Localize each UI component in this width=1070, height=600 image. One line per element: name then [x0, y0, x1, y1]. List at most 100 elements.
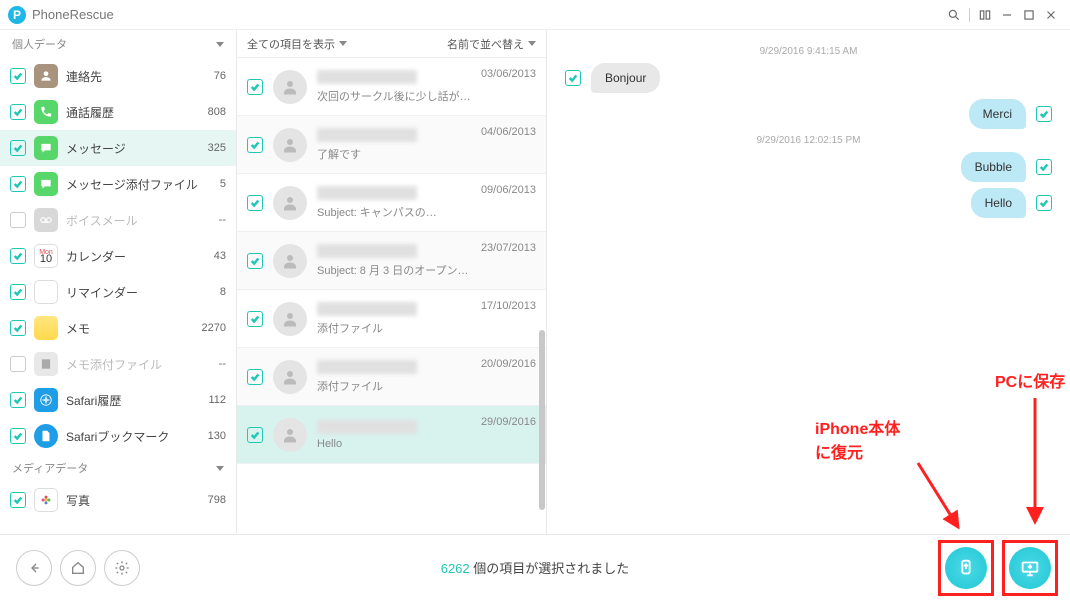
back-button[interactable]: [16, 550, 52, 586]
thread-row[interactable]: 次回のサークル後に少し話があるの…03/06/2013: [237, 58, 546, 116]
avatar-icon: [273, 302, 307, 336]
checkbox[interactable]: [247, 253, 263, 269]
checkbox[interactable]: [10, 428, 26, 444]
sidebar-item-count: 76: [214, 70, 226, 82]
thread-row[interactable]: 添付ファイル20/09/2016: [237, 348, 546, 406]
sidebar-item-count: 5: [220, 178, 226, 190]
checkbox[interactable]: [247, 311, 263, 327]
search-icon[interactable]: [943, 4, 965, 26]
selection-status: 6262 個の項目が選択されました: [441, 558, 630, 577]
thread-preview: 次回のサークル後に少し話があるの…: [317, 88, 471, 104]
safari-icon: [34, 388, 58, 412]
sidebar-item-label: 連絡先: [66, 68, 206, 85]
minimize-icon[interactable]: [996, 4, 1018, 26]
sidebar-item-bookmark[interactable]: Safariブックマーク130: [0, 418, 236, 454]
thread-row[interactable]: 了解です04/06/2013: [237, 116, 546, 174]
photos-icon: [34, 488, 58, 512]
sidebar-item-messages[interactable]: メッセージ325: [0, 130, 236, 166]
sidebar-item-label: メモ添付ファイル: [66, 356, 211, 373]
app-logo-icon: P: [8, 6, 26, 24]
contacts-icon: [34, 64, 58, 88]
sidebar-item-label: Safari履歴: [66, 392, 200, 409]
thread-row[interactable]: Hello 29/09/2016: [237, 406, 546, 464]
maximize-icon[interactable]: [1018, 4, 1040, 26]
sidebar-item-voicemail[interactable]: ボイスメール --: [0, 202, 236, 238]
timestamp: 9/29/2016 9:41:15 AM: [565, 46, 1052, 57]
sidebar-item-count: 798: [208, 494, 226, 506]
panel-toggle-icon[interactable]: [974, 4, 996, 26]
message-checkbox[interactable]: [1036, 106, 1052, 122]
thread-row[interactable]: Subject: キャンパスの…09/06/2013: [237, 174, 546, 232]
noteattach-icon: [34, 352, 58, 376]
sidebar-item-photos[interactable]: 写真798: [0, 482, 236, 518]
message-row: Bonjour: [565, 63, 1052, 93]
sidebar-item-attach[interactable]: メッセージ添付ファイル5: [0, 166, 236, 202]
scrollbar-thumb[interactable]: [539, 330, 545, 510]
thread-preview: Subject: キャンパスの…: [317, 204, 471, 220]
home-button[interactable]: [60, 550, 96, 586]
message-checkbox[interactable]: [565, 70, 581, 86]
thread-row[interactable]: Subject: 8 月 3 日のオープンキャン…23/07/2013: [237, 232, 546, 290]
avatar-icon: [273, 186, 307, 220]
filter-dropdown[interactable]: 全ての項目を表示: [247, 36, 347, 52]
section-personal-data[interactable]: 個人データ: [0, 30, 236, 58]
sidebar-item-label: ボイスメール: [66, 212, 211, 229]
thread-date: 17/10/2013: [481, 300, 536, 312]
sidebar-item-calls[interactable]: 通話履歴808: [0, 94, 236, 130]
thread-date: 20/09/2016: [481, 358, 536, 370]
message-bubble-received: Bonjour: [591, 63, 660, 93]
sidebar-item-contacts[interactable]: 連絡先 76: [0, 58, 236, 94]
checkbox[interactable]: [10, 392, 26, 408]
sidebar-item-safari[interactable]: Safari履歴112: [0, 382, 236, 418]
sidebar-item-label: リマインダー: [66, 284, 212, 301]
checkbox[interactable]: [10, 248, 26, 264]
checkbox[interactable]: [10, 356, 26, 372]
sidebar-item-noteattach[interactable]: メモ添付ファイル --: [0, 346, 236, 382]
thread-row[interactable]: 添付ファイル 17/10/2013: [237, 290, 546, 348]
message-checkbox[interactable]: [1036, 159, 1052, 175]
sidebar-item-count: --: [219, 214, 226, 226]
checkbox[interactable]: [10, 68, 26, 84]
restore-to-device-highlight: [938, 540, 994, 596]
restore-to-device-button[interactable]: [945, 547, 987, 589]
thread-preview: 了解です: [317, 146, 471, 162]
checkbox[interactable]: [10, 212, 26, 228]
checkbox[interactable]: [10, 140, 26, 156]
sidebar: 個人データ 連絡先76通話履歴808メッセージ325メッセージ添付ファイル5ボイ…: [0, 30, 237, 534]
bookmark-icon: [34, 424, 58, 448]
conversation-panel: 9/29/2016 9:41:15 AM Bonjour Merci 9/29/…: [547, 30, 1070, 534]
sidebar-item-calendar[interactable]: Mon10カレンダー43: [0, 238, 236, 274]
thread-name-redacted: [317, 244, 417, 258]
sidebar-item-notes[interactable]: メモ2270: [0, 310, 236, 346]
save-to-pc-button[interactable]: [1009, 547, 1051, 589]
thread-panel: 全ての項目を表示 名前で並べ替え 次回のサークル後に少し話があるの…03/06/…: [237, 30, 547, 534]
checkbox[interactable]: [247, 137, 263, 153]
checkbox[interactable]: [10, 284, 26, 300]
checkbox[interactable]: [10, 104, 26, 120]
sidebar-item-reminders[interactable]: リマインダー8: [0, 274, 236, 310]
thread-preview: 添付ファイル: [317, 320, 471, 336]
sidebar-item-label: Safariブックマーク: [66, 428, 200, 445]
checkbox[interactable]: [10, 176, 26, 192]
sort-dropdown[interactable]: 名前で並べ替え: [447, 36, 536, 52]
thread-preview: Hello: [317, 438, 471, 450]
close-icon[interactable]: [1040, 4, 1062, 26]
message-checkbox[interactable]: [1036, 195, 1052, 211]
checkbox[interactable]: [10, 492, 26, 508]
avatar-icon: [273, 360, 307, 394]
checkbox[interactable]: [247, 79, 263, 95]
chevron-down-icon: [216, 42, 224, 47]
section-media-data[interactable]: メディアデータ: [0, 454, 236, 482]
checkbox[interactable]: [247, 369, 263, 385]
calls-icon: [34, 100, 58, 124]
thread-name-redacted: [317, 186, 417, 200]
checkbox[interactable]: [247, 195, 263, 211]
thread-date: 29/09/2016: [481, 416, 536, 428]
sidebar-item-count: --: [219, 358, 226, 370]
checkbox[interactable]: [247, 427, 263, 443]
sidebar-item-label: メッセージ: [66, 140, 200, 157]
checkbox[interactable]: [10, 320, 26, 336]
settings-button[interactable]: [104, 550, 140, 586]
message-bubble-sent: Hello: [971, 188, 1026, 218]
sidebar-item-count: 2270: [202, 322, 226, 334]
